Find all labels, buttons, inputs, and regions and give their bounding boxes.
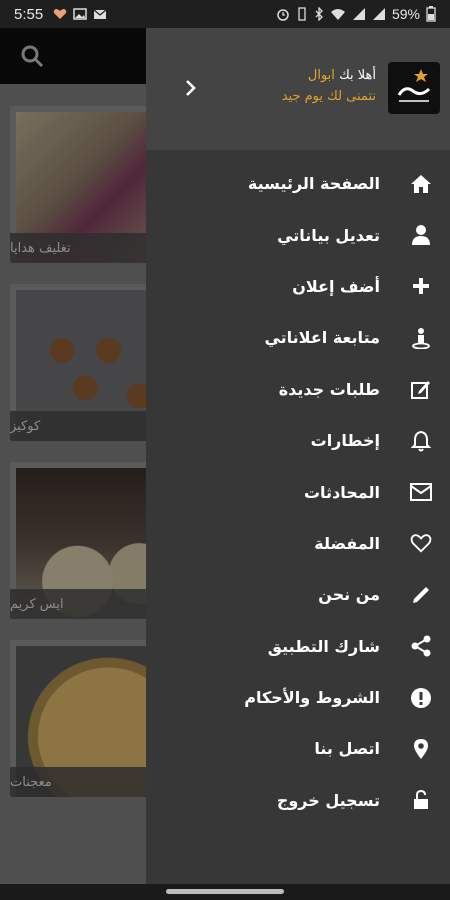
greeting-subtitle: نتمنى لك يوم جيد bbox=[281, 89, 376, 104]
gallery-notification-icon bbox=[73, 8, 87, 20]
menu-label: الصفحة الرئيسية bbox=[247, 174, 380, 194]
menu-label: المحادثات bbox=[303, 482, 380, 502]
app-logo bbox=[388, 62, 440, 114]
heart-icon bbox=[410, 532, 432, 554]
menu-label: الشروط والأحكام bbox=[244, 688, 380, 708]
menu-label: طلبات جديدة bbox=[278, 379, 380, 399]
user-name: ابوال bbox=[307, 68, 335, 83]
exclamation-icon bbox=[410, 687, 432, 709]
bell-icon bbox=[410, 430, 432, 452]
mail-notification-icon bbox=[93, 9, 107, 19]
signal-icon-2 bbox=[372, 8, 385, 20]
share-icon bbox=[410, 635, 432, 657]
menu-label: إخطارات bbox=[310, 431, 380, 451]
menu-label: متابعة اعلاناتي bbox=[264, 328, 380, 348]
menu-item-terms[interactable]: الشروط والأحكام bbox=[146, 672, 450, 723]
menu-item-add-ad[interactable]: أضف إعلان bbox=[146, 261, 450, 312]
unlock-icon bbox=[410, 789, 432, 811]
battery-percent: 59% bbox=[391, 6, 420, 22]
home-gesture-handle[interactable] bbox=[166, 889, 284, 894]
plus-icon bbox=[410, 275, 432, 297]
menu-item-contact[interactable]: اتصل بنا bbox=[146, 723, 450, 774]
home-icon bbox=[410, 173, 432, 195]
mail-icon bbox=[410, 481, 432, 503]
location-pin-icon bbox=[410, 738, 432, 760]
pencil-icon bbox=[410, 584, 432, 606]
person-icon bbox=[410, 224, 432, 246]
menu-label: تسجيل خروج bbox=[276, 790, 380, 810]
vibrate-icon bbox=[298, 7, 306, 21]
menu-item-notifications[interactable]: إخطارات bbox=[146, 415, 450, 466]
status-bar: 5:55 59% bbox=[0, 0, 450, 28]
menu-label: اتصل بنا bbox=[314, 739, 380, 759]
navigation-drawer: أهلا بك ابوال نتمنى لك يوم جيد الصفحة ال… bbox=[146, 28, 450, 884]
alarm-icon bbox=[277, 9, 289, 21]
menu-item-about[interactable]: من نحن bbox=[146, 569, 450, 620]
greeting-line: أهلا بك ابوال bbox=[282, 68, 376, 83]
status-time: 5:55 bbox=[14, 5, 44, 23]
menu-item-share-app[interactable]: شارك التطبيق bbox=[146, 621, 450, 672]
chevron-right-icon[interactable] bbox=[184, 78, 198, 98]
notification-icons bbox=[53, 8, 107, 20]
menu-label: أضف إعلان bbox=[292, 276, 380, 296]
greeting-prefix: أهلا بك bbox=[339, 68, 376, 83]
logo-mark bbox=[397, 69, 431, 102]
menu-item-home[interactable]: الصفحة الرئيسية bbox=[146, 158, 450, 209]
menu-item-my-ads[interactable]: متابعة اعلاناتي bbox=[146, 312, 450, 363]
menu-item-chats[interactable]: المحادثات bbox=[146, 466, 450, 517]
menu-label: من نحن bbox=[318, 585, 380, 605]
battery-icon bbox=[426, 6, 436, 22]
menu-label: شارك التطبيق bbox=[267, 636, 380, 656]
edit-box-icon bbox=[410, 378, 432, 400]
bluetooth-icon bbox=[315, 7, 323, 21]
menu-label: المفضلة bbox=[314, 533, 380, 553]
menu-item-logout[interactable]: تسجيل خروج bbox=[146, 775, 450, 826]
menu-label: تعديل بياناتي bbox=[277, 225, 380, 245]
signal-icon-1 bbox=[352, 8, 365, 20]
drawer-menu: الصفحة الرئيسية تعديل بياناتي أضف إعلان … bbox=[146, 150, 450, 826]
heart-notification-icon bbox=[53, 9, 67, 19]
menu-item-edit-profile[interactable]: تعديل بياناتي bbox=[146, 209, 450, 260]
wifi-icon bbox=[330, 9, 345, 20]
greeting: أهلا بك ابوال نتمنى لك يوم جيد bbox=[282, 68, 376, 104]
drawer-header: أهلا بك ابوال نتمنى لك يوم جيد bbox=[146, 28, 450, 150]
menu-item-favorites[interactable]: المفضلة bbox=[146, 518, 450, 569]
system-nav-bar bbox=[0, 884, 450, 900]
menu-item-new-requests[interactable]: طلبات جديدة bbox=[146, 364, 450, 415]
person-pin-icon bbox=[410, 327, 432, 349]
system-status: 59% bbox=[276, 6, 436, 22]
